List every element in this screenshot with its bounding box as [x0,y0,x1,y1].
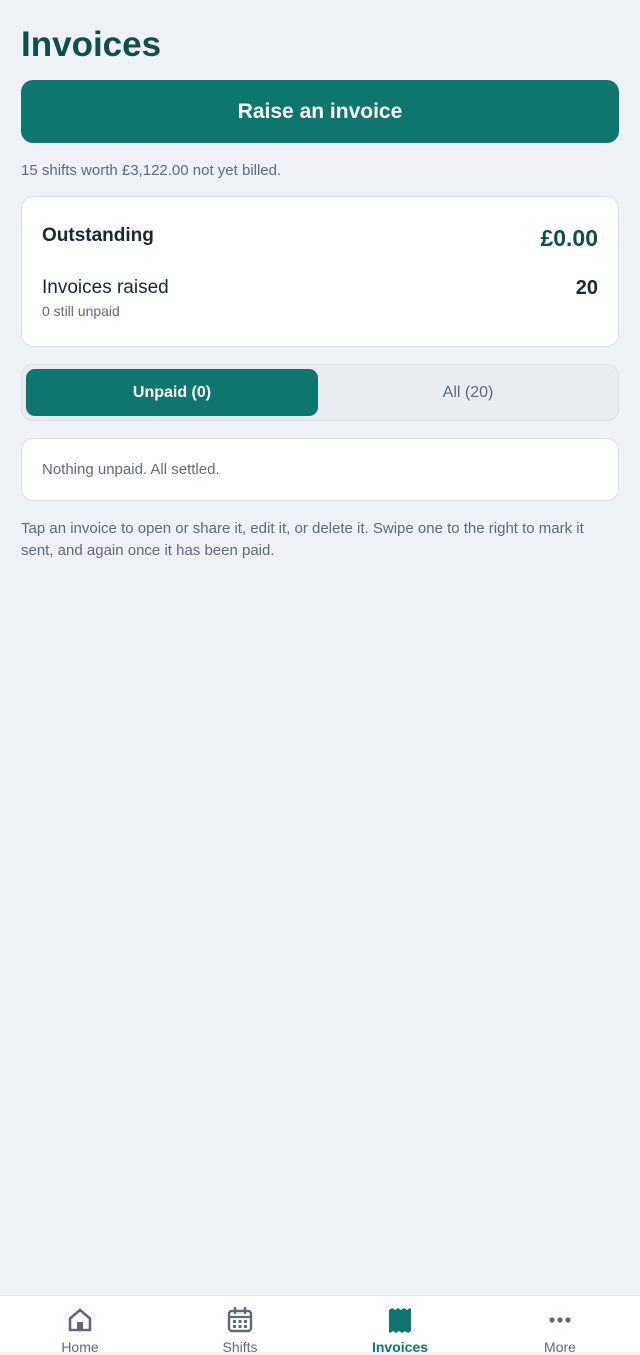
nav-item-invoices[interactable]: Invoices [320,1296,480,1355]
nav-item-home[interactable]: Home [0,1296,160,1355]
nav-label-more: More [544,1339,576,1355]
summary-card: Outstanding £0.00 Invoices raised 20 0 s… [21,196,619,347]
nav-item-more[interactable]: More [480,1296,640,1355]
tab-all[interactable]: All (20) [322,369,614,416]
outstanding-amount: £0.00 [540,225,598,251]
nav-label-shifts: Shifts [222,1339,258,1355]
outstanding-label: Outstanding [42,225,154,246]
help-text: Tap an invoice to open or share it, edit… [21,520,584,559]
raise-invoice-button[interactable]: Raise an invoice [21,80,619,143]
invoices-raised-count: 20 [575,277,598,299]
receipt-icon [389,1308,411,1333]
nav-label-home: Home [61,1339,99,1355]
invoices-raised-label: Invoices raised [42,277,169,298]
bottom-nav: Home Shifts Invoices More [0,1295,640,1355]
calendar-icon [227,1306,253,1333]
still-unpaid-note: 0 still unpaid [42,303,120,319]
tab-unpaid[interactable]: Unpaid (0) [26,369,318,416]
nav-item-shifts[interactable]: Shifts [160,1296,320,1355]
nav-label-invoices: Invoices [371,1339,429,1355]
home-icon [68,1308,92,1332]
more-dots-icon [549,1317,571,1323]
unbilled-note: 15 shifts worth £3,122.00 not yet billed… [21,162,282,179]
page-title: Invoices [21,25,162,64]
invoice-filter: Unpaid (0) All (20) [21,364,619,421]
empty-state: Nothing unpaid. All settled. [21,438,619,501]
